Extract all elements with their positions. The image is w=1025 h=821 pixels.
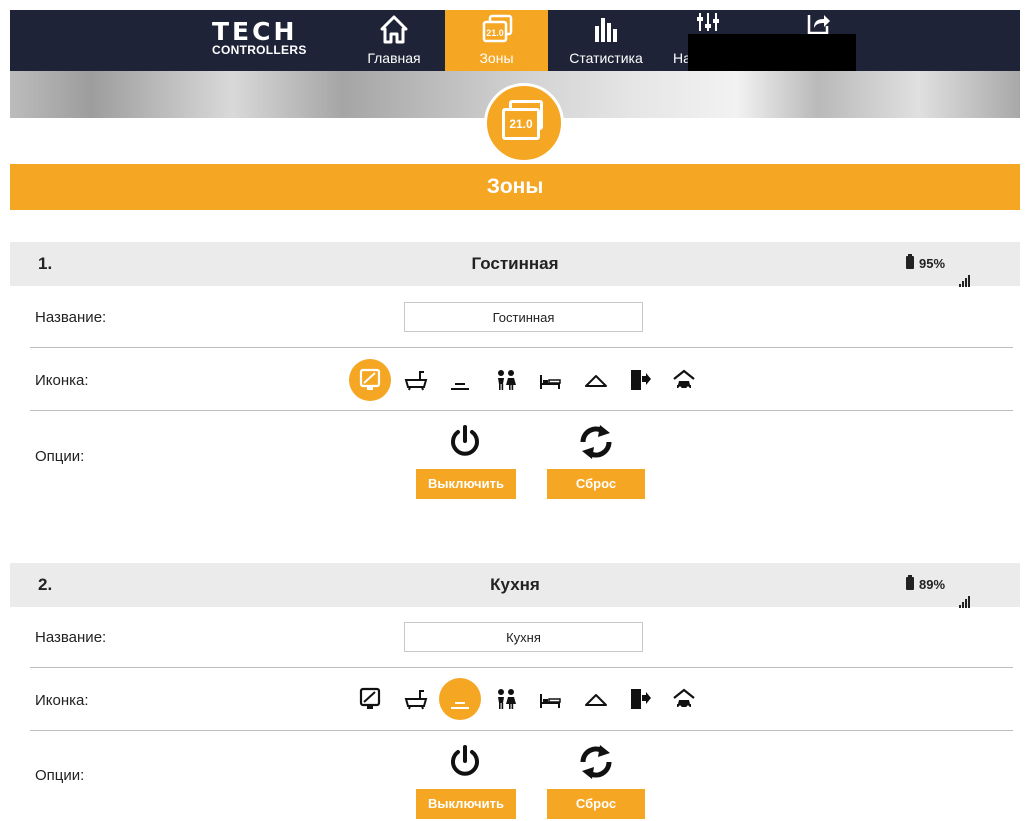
divider bbox=[30, 410, 1013, 411]
nav-item-zones[interactable]: 21.0 Зоны bbox=[445, 10, 548, 71]
turn-off-button[interactable]: Выключить bbox=[416, 469, 516, 499]
logo-subtitle: CONTROLLERS bbox=[212, 43, 307, 57]
garage-icon bbox=[673, 369, 695, 390]
zone-name-input[interactable] bbox=[404, 622, 643, 652]
statistics-icon bbox=[595, 18, 617, 42]
nav-item-statistics[interactable]: Статистика bbox=[558, 10, 654, 71]
battery-level: 89% bbox=[919, 577, 946, 592]
name-label: Название: bbox=[35, 629, 107, 646]
power-icon bbox=[451, 425, 479, 456]
zone-icon-option[interactable] bbox=[349, 359, 391, 401]
zone-status: 89% bbox=[906, 563, 971, 608]
options-label: Опции: bbox=[35, 448, 85, 465]
refresh-icon bbox=[580, 745, 612, 779]
zone-icon-option[interactable] bbox=[439, 359, 481, 401]
redacted-area bbox=[688, 34, 856, 73]
nav-label-zones: Зоны bbox=[479, 50, 514, 66]
garage-icon bbox=[673, 688, 695, 709]
divider bbox=[30, 730, 1013, 731]
tech-controllers-logo[interactable]: TECH CONTROLLERS bbox=[212, 17, 322, 57]
nav-label-statistics: Статистика bbox=[569, 50, 643, 66]
zone-name-input[interactable] bbox=[404, 302, 643, 332]
zone-icon-option[interactable] bbox=[529, 359, 571, 401]
nav-label-home: Главная bbox=[367, 50, 421, 66]
turn-off-button[interactable]: Выключить bbox=[416, 789, 516, 819]
exit-door-icon bbox=[631, 689, 651, 709]
kids-room-icon bbox=[498, 689, 516, 709]
zone-icon-option[interactable] bbox=[529, 678, 571, 720]
options-label: Опции: bbox=[35, 767, 85, 784]
zone-icon-option[interactable] bbox=[485, 678, 527, 720]
home-icon bbox=[380, 15, 408, 44]
zone-icon-option[interactable] bbox=[575, 678, 617, 720]
zone-icon-option[interactable] bbox=[575, 359, 617, 401]
kids-room-icon bbox=[498, 370, 516, 390]
living-room-tv-icon bbox=[359, 687, 381, 709]
top-navigation-bar: TECH CONTROLLERS Главная 21.0 Зоны Стати… bbox=[10, 10, 1020, 71]
zones-badge-icon: 21.0 bbox=[484, 83, 564, 163]
bedroom-icon bbox=[540, 694, 561, 708]
zone-icon-option[interactable] bbox=[485, 359, 527, 401]
zone-name: Кухня bbox=[490, 575, 540, 594]
zone-icon-option[interactable] bbox=[619, 678, 661, 720]
name-label: Название: bbox=[35, 309, 107, 326]
share-icon bbox=[807, 15, 830, 35]
battery-icon bbox=[906, 575, 914, 590]
logo-mark: TECH bbox=[212, 17, 298, 46]
zone-icon-option[interactable] bbox=[395, 359, 437, 401]
zone-icon-option[interactable] bbox=[349, 678, 391, 720]
settings-sliders-icon bbox=[697, 13, 719, 31]
bathroom-icon bbox=[404, 690, 428, 710]
zone-icon-option[interactable] bbox=[439, 678, 481, 720]
zone-icon-option[interactable] bbox=[395, 678, 437, 720]
zone-icon-option[interactable] bbox=[663, 359, 705, 401]
reset-button[interactable]: Сброс bbox=[547, 789, 645, 819]
icon-label: Иконка: bbox=[35, 372, 89, 389]
svg-text:21.0: 21.0 bbox=[486, 28, 504, 38]
divider bbox=[30, 667, 1013, 668]
wardrobe-hanger-icon bbox=[585, 375, 607, 387]
zone-icon-option[interactable] bbox=[619, 359, 661, 401]
battery-level: 95% bbox=[919, 256, 946, 271]
zone-icon-option[interactable] bbox=[663, 678, 705, 720]
bedroom-icon bbox=[540, 375, 561, 389]
signal-strength-icon bbox=[959, 564, 971, 608]
kitchen-chef-hat-icon bbox=[451, 383, 469, 390]
zone-header: 1. Гостинная 95% bbox=[10, 242, 1020, 287]
reset-button[interactable]: Сброс bbox=[547, 469, 645, 499]
icon-label: Иконка: bbox=[35, 692, 89, 709]
zones-icon: 21.0 bbox=[482, 14, 512, 43]
living-room-tv-icon bbox=[359, 368, 381, 390]
power-icon bbox=[451, 745, 479, 776]
zone-header: 2. Кухня 89% bbox=[10, 563, 1020, 608]
zones-badge-value: 21.0 bbox=[502, 108, 540, 140]
signal-strength-icon bbox=[959, 243, 971, 287]
nav-item-home[interactable]: Главная bbox=[356, 10, 432, 71]
exit-door-icon bbox=[631, 370, 651, 390]
zone-name: Гостинная bbox=[471, 254, 559, 273]
divider bbox=[30, 347, 1013, 348]
refresh-icon bbox=[580, 425, 612, 459]
bathroom-icon bbox=[404, 371, 428, 391]
zone-status: 95% bbox=[906, 242, 971, 287]
kitchen-chef-hat-icon bbox=[451, 702, 469, 709]
battery-icon bbox=[906, 254, 914, 269]
wardrobe-hanger-icon bbox=[585, 694, 607, 706]
page-title: Зоны bbox=[10, 164, 1020, 210]
